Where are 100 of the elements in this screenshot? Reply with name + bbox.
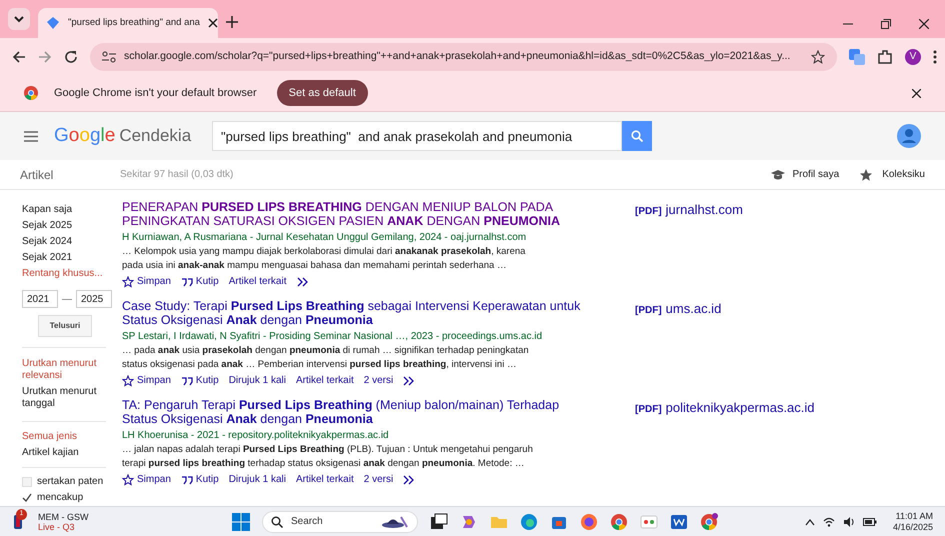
result-title[interactable]: Case Study: Terapi Pursed Lips Breathing sebagai Intervensi Keperawatan untuk Status Oksigenasi Anak dengan Pneumonia [122, 299, 592, 327]
clock-time: 11:01 AM [896, 510, 933, 522]
result-action-link[interactable]: Dirujuk 1 kali [228, 472, 286, 487]
filter-link[interactable]: Sejak 2024 [22, 234, 114, 250]
result-action-link[interactable]: Artikel terkait [296, 472, 354, 487]
checkbox-checked-icon[interactable] [22, 493, 32, 503]
browser-tab[interactable]: "pursed lips breathing" and ana [38, 8, 218, 38]
extensions-icon[interactable] [877, 48, 893, 64]
result-action-link[interactable]: Simpan [122, 373, 171, 388]
hat-icon [381, 514, 409, 528]
pdf-link[interactable]: [PDF] ums.ac.id [635, 299, 722, 388]
back-icon[interactable] [12, 50, 26, 64]
tab-list-icon[interactable] [8, 8, 30, 30]
speaker-icon[interactable] [842, 516, 855, 526]
set-default-button[interactable]: Set as default [276, 80, 368, 106]
tab-title: "pursed lips breathing" and ana [68, 16, 200, 30]
widget-title: MEM - GSW [38, 512, 88, 522]
chevron-up-icon[interactable] [804, 518, 815, 526]
header-link[interactable]: Profil saya [770, 167, 840, 182]
word-icon[interactable] [670, 512, 688, 530]
filter-link[interactable]: Sejak 2021 [22, 250, 114, 266]
double-chevron-icon[interactable] [296, 276, 308, 286]
star-icon [122, 276, 134, 288]
close-icon[interactable] [919, 19, 929, 29]
chrome-icon [24, 86, 38, 100]
result-meta: LH Khoerunisa - 2021 - repository.politeknikyakpermas.ac.id [122, 429, 390, 442]
result-action-link[interactable]: 2 versi [364, 373, 394, 388]
windows-start-icon[interactable] [232, 512, 250, 530]
reload-icon[interactable] [64, 50, 78, 64]
battery-icon[interactable] [862, 518, 877, 526]
taskbar-search[interactable]: Search [262, 510, 418, 532]
double-chevron-icon[interactable] [403, 474, 416, 484]
chrome-icon[interactable] [610, 512, 628, 530]
account-avatar-icon[interactable] [897, 124, 921, 148]
translate-icon[interactable] [849, 48, 865, 64]
range-dash: — [62, 292, 72, 306]
quote-icon [180, 374, 193, 386]
graduation-cap-icon [770, 168, 784, 181]
option-label: sertakan paten [37, 475, 104, 489]
year-from-field[interactable]: 2021 [22, 290, 58, 308]
star-icon [122, 474, 134, 486]
year-to-field[interactable]: 2025 [76, 290, 112, 308]
result-stats: Sekitar 97 hasil (0,03 dtk) [120, 168, 234, 182]
result-snippet: … Kelompok usia yang mampu diajak berkolaborasi dimulai dari anakanak prasekolah, karena pada usia ini anak-anak mampu menguasai bahasa dan memahami perintah sederhana … [122, 245, 526, 273]
result-action-link[interactable]: Dirujuk 1 kali [228, 373, 286, 388]
result-title[interactable]: TA: Pengaruh Terapi Pursed Lips Breathing (Meniup balon/mainan) Terhadap Status Oksigenasi Anak dengan Pneumonia [122, 398, 592, 426]
filter-link[interactable]: Kapan saja [22, 202, 114, 218]
result-action-link[interactable]: 2 versi [364, 472, 394, 487]
bookmark-star-icon[interactable] [811, 50, 825, 64]
app-icon[interactable] [640, 512, 658, 530]
checkbox-icon[interactable] [22, 477, 32, 487]
restore-icon[interactable] [881, 19, 891, 29]
filter-link[interactable]: Artikel kajian [22, 445, 114, 461]
result-meta: SP Lestari, I Irdawati, N Syafitri - Prosiding Seminar Nasional …, 2023 - proceedings.ums.ac.id [122, 330, 543, 343]
search-button[interactable]: Telusuri [38, 315, 92, 337]
sort-link[interactable]: Urutkan menurut tanggal [22, 386, 114, 410]
result-action-link[interactable]: Simpan [122, 274, 171, 289]
option-label: mencakup [37, 491, 84, 505]
menu-icon[interactable] [24, 130, 38, 142]
site-settings-icon [102, 50, 116, 62]
result-snippet: … jalan napas adalah terapi Pursed Lips Breathing (PLB). Tujuan : Untuk mengetahui pengaruh terapi pursed lips breathing terhadap status oksigenasi anak dengan pneumonia. Metode: … [122, 443, 534, 471]
clock-date: 4/16/2025 [892, 522, 933, 532]
task-view-icon[interactable] [430, 512, 448, 530]
star-icon [122, 374, 134, 386]
filter-link[interactable]: Sejak 2025 [22, 218, 114, 234]
result-snippet: … pada anak usia prasekolah dengan pneumonia di rumah … signifikan terhadap peningkatan status oksigenasi pada anak … Pemberian intervensi pursed lips breathing, intervensi ini … [122, 344, 530, 372]
result-action-link[interactable]: Kutip [180, 274, 219, 289]
quote-icon [180, 276, 193, 288]
address-bar[interactable]: scholar.google.com/scholar?q="pursed+lips+breathing"++and+anak+prasekolah+and+pneumonia&hl=id&as_sdt=0%2C5&as_ylo=2021&as_y... [90, 42, 837, 70]
pdf-link[interactable]: [PDF] jurnalhst.com [635, 200, 743, 289]
logo-google: Google [54, 124, 116, 148]
close-icon[interactable] [912, 88, 921, 98]
logo-product: Cendekia [119, 124, 192, 147]
search-icon [631, 130, 643, 142]
section-label: Artikel [20, 166, 54, 184]
double-chevron-icon[interactable] [403, 376, 416, 386]
new-tab-icon[interactable] [226, 16, 238, 28]
close-icon[interactable] [208, 18, 218, 28]
result-action-link[interactable]: Artikel terkait [228, 274, 286, 289]
result-meta: H Kurniawan, A Rusmariana - Jurnal Kesehatan Unggul Gemilang, 2024 - oaj.jurnalhst.com [122, 231, 528, 244]
more-icon[interactable] [933, 50, 937, 64]
pdf-link[interactable]: [PDF] politeknikyakpermas.ac.id [635, 398, 815, 487]
search-field[interactable]: "pursed lips breathing" and anak prasekolah and pneumonia [212, 121, 622, 151]
result-action-link[interactable]: Artikel terkait [296, 373, 354, 388]
result-title[interactable]: PENERAPAN PURSED LIPS BREATHING DENGAN MENIUP BALON PADA PENINGKATAN SATURASI OKSIGEN PASIEN ANAK DENGAN PNEUMONIA [122, 200, 592, 228]
result-action-link[interactable]: Simpan [122, 472, 171, 487]
filter-link[interactable]: Semua jenis [22, 429, 114, 445]
result-action-link[interactable]: Kutip [180, 373, 219, 388]
sort-link[interactable]: Urutkan menurut relevansi [22, 358, 114, 382]
infobar-message: Google Chrome isn't your default browser [54, 86, 257, 101]
profile-avatar[interactable]: V [905, 48, 921, 64]
result-action-link[interactable]: Kutip [180, 472, 219, 487]
scholar-icon [46, 16, 60, 30]
search-button[interactable] [622, 121, 652, 151]
wifi-icon[interactable] [822, 516, 835, 526]
url-text: scholar.google.com/scholar?q="pursed+lips+breathing"++and+anak+prasekolah+and+pneumonia&hl=id&as_sdt=0%2C5&as_ylo=2021&as_y... [124, 48, 792, 64]
star-icon [859, 168, 874, 181]
header-link[interactable]: Koleksiku [859, 167, 925, 182]
filter-link[interactable]: Rentang khusus... [22, 266, 114, 282]
chrome-profile-icon[interactable] [700, 512, 718, 530]
